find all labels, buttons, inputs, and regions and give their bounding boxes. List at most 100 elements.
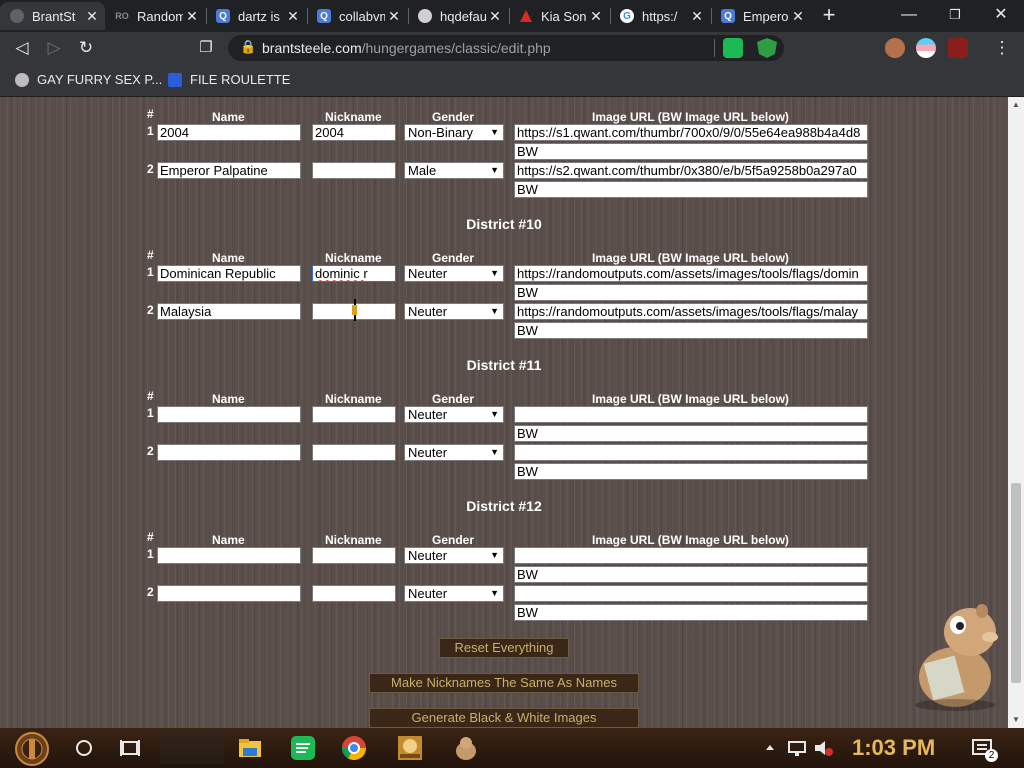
- taskbar-clock[interactable]: 1:03 PM: [852, 735, 935, 761]
- nickname-input[interactable]: [312, 444, 396, 461]
- nickname-input[interactable]: 2004: [312, 124, 396, 141]
- name-input[interactable]: Dominican Republic: [157, 265, 301, 282]
- image-url-input[interactable]: https://randomoutputs.com/assets/images/…: [514, 303, 868, 320]
- bw-image-url-input[interactable]: BW: [514, 143, 868, 160]
- tab-google-url[interactable]: G https:/ ✕: [610, 2, 710, 30]
- chrome-icon[interactable]: [340, 734, 368, 762]
- close-tab-icon[interactable]: ✕: [284, 8, 302, 25]
- close-tab-icon[interactable]: ✕: [83, 8, 101, 25]
- image-url-input[interactable]: https://randomoutputs.com/assets/images/…: [514, 265, 868, 282]
- bw-image-url-input[interactable]: BW: [514, 181, 868, 198]
- gender-select[interactable]: Non-Binary ▼: [404, 124, 504, 141]
- name-input[interactable]: [157, 585, 301, 602]
- image-url-input[interactable]: https://s2.qwant.com/thumbr/0x380/e/b/5f…: [514, 162, 868, 179]
- bookmark-gay-furry[interactable]: GAY FURRY SEX P...: [15, 72, 162, 87]
- image-url-input[interactable]: [514, 547, 868, 564]
- header-gender: Gender: [432, 392, 475, 406]
- bw-image-url-input[interactable]: BW: [514, 284, 868, 301]
- volume-muted-icon[interactable]: [812, 737, 834, 759]
- tab-random[interactable]: RO Random ✕: [105, 2, 205, 30]
- bookmark-icon[interactable]: ❐: [195, 37, 217, 59]
- reload-icon[interactable]: ↻: [75, 37, 97, 59]
- gender-select[interactable]: Neuter ▼: [404, 444, 504, 461]
- image-url-input[interactable]: https://s1.qwant.com/thumbr/700x0/9/0/55…: [514, 124, 868, 141]
- name-input[interactable]: Malaysia: [157, 303, 301, 320]
- restore-icon[interactable]: ❐: [932, 0, 978, 30]
- forward-icon[interactable]: ▷: [43, 37, 65, 59]
- tab-dartz[interactable]: Q dartz is ✕: [206, 2, 306, 30]
- bw-image-url-input[interactable]: BW: [514, 463, 868, 480]
- bw-image-url-input[interactable]: BW: [514, 566, 868, 583]
- ublock-extension-icon[interactable]: [948, 38, 968, 58]
- gender-select[interactable]: Neuter ▼: [404, 303, 504, 320]
- tab-hqdefault[interactable]: hqdefau ✕: [408, 2, 508, 30]
- header-gender: Gender: [432, 251, 475, 265]
- header-nickname: Nickname: [325, 110, 382, 124]
- bw-image-url-input[interactable]: BW: [514, 425, 868, 442]
- gender-select[interactable]: Male ▼: [404, 162, 504, 179]
- close-window-icon[interactable]: ✕: [978, 0, 1024, 30]
- close-tab-icon[interactable]: ✕: [587, 8, 605, 25]
- row-number: 1: [147, 124, 154, 138]
- gender-select[interactable]: Neuter ▼: [404, 585, 504, 602]
- file-explorer-icon[interactable]: [236, 734, 264, 762]
- tab-collabvm[interactable]: Q collabvm ✕: [307, 2, 407, 30]
- image-url-input[interactable]: [514, 585, 868, 602]
- back-icon[interactable]: ◁: [11, 37, 33, 59]
- gender-select[interactable]: Neuter ▼: [404, 265, 504, 282]
- row-number: 2: [147, 162, 154, 176]
- name-input[interactable]: [157, 444, 301, 461]
- image-url-input[interactable]: [514, 444, 868, 461]
- spotify-icon[interactable]: [289, 734, 317, 762]
- header-gender: Gender: [432, 110, 475, 124]
- scroll-up-icon[interactable]: ▲: [1008, 97, 1024, 113]
- new-tab-button[interactable]: +: [817, 4, 841, 28]
- generate-bw-images-button[interactable]: Generate Black & White Images: [369, 708, 639, 728]
- taskbar-search-area[interactable]: [160, 732, 224, 764]
- show-hidden-icons[interactable]: [763, 738, 777, 758]
- task-view-icon[interactable]: [116, 734, 144, 762]
- close-tab-icon[interactable]: ✕: [385, 8, 403, 25]
- name-input[interactable]: Emperor Palpatine: [157, 162, 301, 179]
- gender-select[interactable]: Neuter ▼: [404, 406, 504, 423]
- sheets-extension-icon[interactable]: [723, 38, 743, 58]
- flag-extension-icon[interactable]: [916, 38, 936, 58]
- game-app-icon[interactable]: [396, 734, 424, 762]
- address-bar[interactable]: 🔒 brantsteele.com/hungergames/classic/ed…: [228, 35, 784, 61]
- bw-image-url-input[interactable]: BW: [514, 604, 868, 621]
- dropdown-arrow-icon: ▼: [490, 550, 499, 560]
- cortana-icon[interactable]: [70, 734, 98, 762]
- tab-brantsteele[interactable]: BrantSt ✕: [0, 2, 105, 30]
- close-tab-icon[interactable]: ✕: [789, 8, 807, 25]
- menu-icon[interactable]: ⋮: [991, 37, 1013, 59]
- close-tab-icon[interactable]: ✕: [183, 8, 201, 25]
- page-scrollbar[interactable]: ▲ ▼: [1008, 97, 1024, 728]
- image-url-input[interactable]: [514, 406, 868, 423]
- name-input[interactable]: [157, 547, 301, 564]
- network-icon[interactable]: [786, 737, 808, 759]
- nickname-input[interactable]: dominic r: [312, 265, 396, 282]
- nickname-input[interactable]: [312, 406, 396, 423]
- minimize-icon[interactable]: —: [886, 0, 932, 30]
- nickname-input[interactable]: [312, 585, 396, 602]
- tab-emperor[interactable]: Q Emperor ✕: [711, 2, 811, 30]
- district-title: District #11: [466, 357, 542, 373]
- hamster-app-icon[interactable]: [452, 734, 480, 762]
- avatar-extension-icon[interactable]: [885, 38, 905, 58]
- name-input[interactable]: 2004: [157, 124, 301, 141]
- make-nicknames-same-button[interactable]: Make Nicknames The Same As Names: [369, 673, 639, 693]
- row-number: 1: [147, 265, 154, 279]
- scroll-thumb[interactable]: [1011, 483, 1021, 683]
- close-tab-icon[interactable]: ✕: [688, 8, 706, 25]
- close-tab-icon[interactable]: ✕: [486, 8, 504, 25]
- nickname-input[interactable]: [312, 547, 396, 564]
- start-button-icon[interactable]: [14, 731, 50, 767]
- bookmark-file-roulette[interactable]: FILE ROULETTE: [168, 72, 290, 87]
- name-input[interactable]: [157, 406, 301, 423]
- bw-image-url-input[interactable]: BW: [514, 322, 868, 339]
- nickname-input[interactable]: [312, 162, 396, 179]
- reset-everything-button[interactable]: Reset Everything: [439, 638, 569, 658]
- tab-kia[interactable]: Kia Son ✕: [509, 2, 609, 30]
- gender-select[interactable]: Neuter ▼: [404, 547, 504, 564]
- scroll-down-icon[interactable]: ▼: [1008, 712, 1024, 728]
